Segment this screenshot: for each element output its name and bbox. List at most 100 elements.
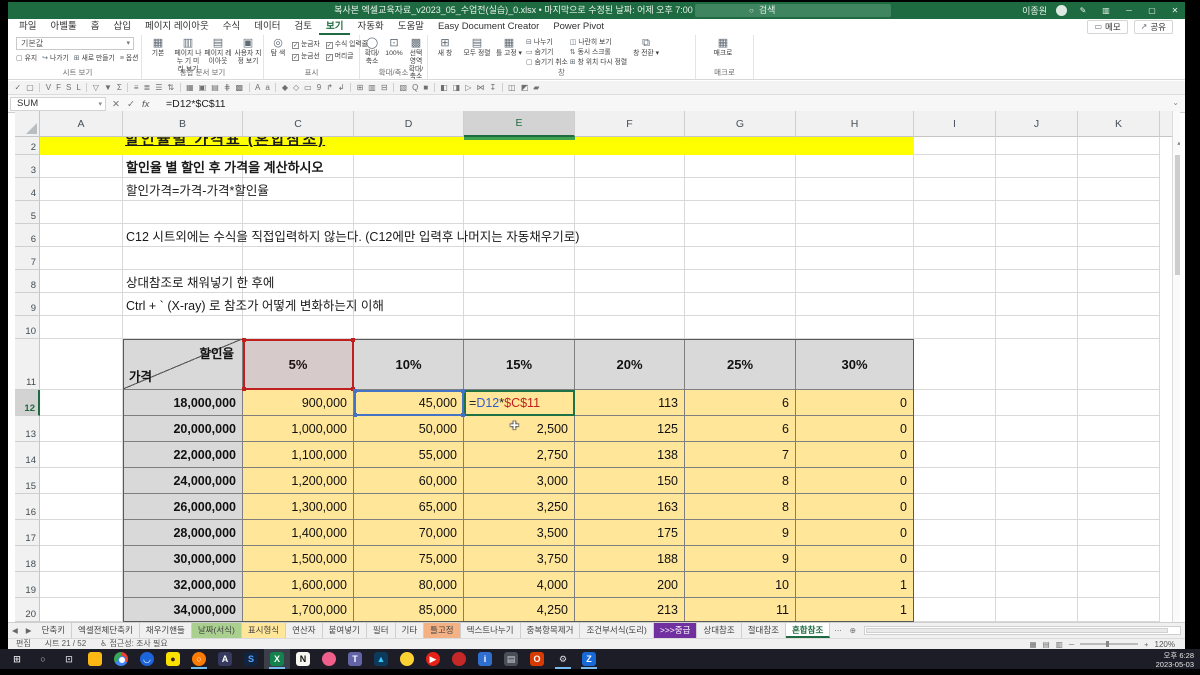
btn-창 위치 다시 정렬[interactable]: ⊞창 위치 다시 정렬 [570,58,627,67]
column-header-B[interactable]: B [123,111,243,137]
view-shortcut-icon-1[interactable]: ▤ [1043,640,1050,649]
quick-icon-8[interactable]: ▽ [93,81,99,94]
chrome-icon[interactable] [108,649,134,669]
cell-B14[interactable]: 22,000,000 [123,442,243,468]
sheet-nav-left-icon[interactable]: ◀ [8,623,22,638]
quick-icon-48[interactable]: ◩ [521,81,529,94]
btn-나누기[interactable]: ⊟나누기 [526,38,568,47]
cell-H12[interactable]: 0 [796,390,914,416]
cell-F15[interactable]: 150 [575,468,685,494]
btn-숨기기 취소[interactable]: ▢숨기기 취소 [526,58,568,67]
cell-G19[interactable]: 10 [685,572,796,598]
row-header-9[interactable]: 9 [15,293,40,316]
name-box-dropdown-icon[interactable]: ▾ [98,99,102,111]
h-scroll-track[interactable] [864,626,1181,635]
horizontal-scrollbar[interactable] [864,625,1181,636]
btn-새로 만들기[interactable]: ⊞새로 만들기 [74,54,115,63]
row-header-18[interactable]: 18 [15,546,40,572]
row-header-19[interactable]: 19 [15,572,40,598]
cell-E15[interactable]: 3,000 [464,468,575,494]
kakaotalk-icon[interactable]: ● [160,649,186,669]
cell-E12-editing[interactable]: =D12*$C$11 [464,390,575,416]
app-blue-icon[interactable]: i [472,649,498,669]
cell-F14[interactable]: 138 [575,442,685,468]
office-icon[interactable]: O [524,649,550,669]
scrollbar-thumb[interactable] [1175,155,1180,275]
quick-icon-44[interactable]: ⋈ [476,81,484,94]
column-header-A[interactable]: A [40,111,123,137]
tab-데이터[interactable]: 데이터 [247,19,287,35]
tab-자동화[interactable]: 자동화 [350,19,390,35]
sheet-tab-붙여넣기[interactable]: 붙여넣기 [323,623,367,638]
sheet-tab-틀고정[interactable]: 틀고정 [424,623,460,638]
cell-C15[interactable]: 1,200,000 [243,468,354,494]
sheet-tab-날짜(서식)[interactable]: 날짜(서식) [192,623,242,638]
quick-icon-10[interactable]: Σ [117,81,122,94]
start-button[interactable]: ⊞ [4,649,30,669]
notion-icon[interactable]: N [290,649,316,669]
search-icon[interactable]: ○ [30,649,56,669]
row-header-6[interactable]: 6 [15,224,40,247]
cell-C14[interactable]: 1,100,000 [243,442,354,468]
cell-D17[interactable]: 70,000 [354,520,464,546]
btn-나가기[interactable]: ↪나가기 [42,54,69,63]
cell-H11[interactable]: 30% [796,339,914,390]
quick-icon-49[interactable]: ▰ [533,81,539,94]
공유-button[interactable]: ↗공유 [1134,20,1173,34]
tab-아벨툴[interactable]: 아벨툴 [43,19,83,35]
quick-icon-12[interactable]: ≡ [134,81,139,94]
row-header-2[interactable]: 2 [15,137,40,155]
quick-icon-13[interactable]: ≣ [144,81,151,94]
quick-icon-3[interactable]: V [46,81,51,94]
app-red-icon[interactable] [446,649,472,669]
cell-H13[interactable]: 0 [796,416,914,442]
quick-icon-38[interactable]: Q [412,81,418,94]
cell-D11[interactable]: 10% [354,339,464,390]
column-header-H[interactable]: H [796,111,914,137]
cell-B16[interactable]: 26,000,000 [123,494,243,520]
quick-icon-39[interactable]: ■ [423,81,428,94]
tab-삽입[interactable]: 삽입 [106,19,137,35]
cell-G12[interactable]: 6 [685,390,796,416]
btn-사용자[interactable]: ▣사용자 지정 보기 [234,37,262,66]
sheet-tab-엑셀전체단축키[interactable]: 엑셀전체단축키 [72,623,140,638]
sheet-tab-중복항목제거[interactable]: 중복항목제거 [521,623,581,638]
cell-B12[interactable]: 18,000,000 [123,390,243,416]
quick-icon-20[interactable]: ⋕ [224,81,231,94]
column-header-C[interactable]: C [243,111,354,137]
column-header-I[interactable]: I [914,111,996,137]
row-header-8[interactable]: 8 [15,270,40,293]
quick-icon-27[interactable]: ◇ [293,81,299,94]
tab-Power Pivot[interactable]: Power Pivot [546,19,611,35]
cell-B20[interactable]: 34,000,000 [123,598,243,622]
confirm-entry-icon[interactable]: ✓ [127,99,135,110]
quick-icon-42[interactable]: ◨ [453,81,461,94]
quick-icon-45[interactable]: ↧ [489,81,496,94]
sheet-tab-필터[interactable]: 필터 [367,623,396,638]
quick-icon-1[interactable]: ▢ [26,81,34,94]
sheet-tab-절대참조[interactable]: 절대참조 [742,623,786,638]
row-header-12[interactable]: 12 [15,390,40,416]
formula-input[interactable]: =D12*$C$11 [166,97,226,111]
task-view-icon[interactable]: ⊡ [56,649,82,669]
quick-icon-4[interactable]: F [56,81,61,94]
zoom-out-icon[interactable]: ─ [1069,640,1074,649]
메모-button[interactable]: ▭메모 [1087,20,1127,34]
column-header-D[interactable]: D [354,111,464,137]
column-header-E[interactable]: E [464,111,575,137]
zoom-slider[interactable] [1080,643,1138,645]
scroll-up-icon[interactable]: ▴ [1173,111,1180,147]
quick-icon-15[interactable]: ⇅ [167,81,174,94]
cell-C13[interactable]: 1,000,000 [243,416,354,442]
add-sheet-icon[interactable]: ⊕ [846,623,860,638]
cell-G15[interactable]: 8 [685,468,796,494]
cell-B13[interactable]: 20,000,000 [123,416,243,442]
cell-B11-corner[interactable]: 할인율가격 [123,339,243,390]
sheet-tab-텍스트나누기[interactable]: 텍스트나누기 [461,623,521,638]
sheet-tab-채우기핸들[interactable]: 채우기핸들 [140,623,192,638]
cell-E18[interactable]: 3,750 [464,546,575,572]
quick-icon-9[interactable]: ▼ [104,81,112,94]
quick-icon-37[interactable]: ▧ [400,81,408,94]
cell-H19[interactable]: 1 [796,572,914,598]
row-header-7[interactable]: 7 [15,247,40,270]
